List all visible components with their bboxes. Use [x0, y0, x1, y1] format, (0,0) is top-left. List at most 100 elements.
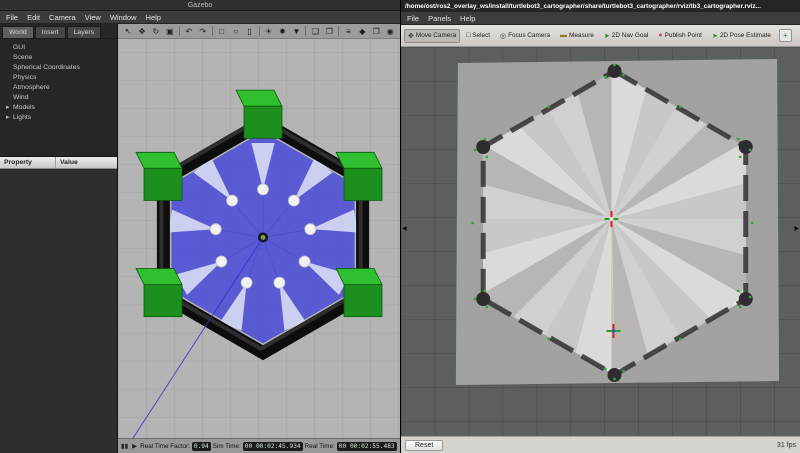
undo-icon[interactable]: ↶	[183, 25, 195, 38]
expand-icon: ▸	[6, 103, 13, 113]
tool-label: Publish Point	[665, 32, 702, 39]
world-tree: GUI Scene Spherical Coordinates Physics …	[0, 38, 117, 156]
rviz-menubar: File Panels Help	[401, 12, 800, 25]
rviz-scene	[401, 47, 800, 436]
toolbar-separator	[305, 26, 306, 36]
gazebo-time-panel: ▮▮ ▶ Real Time Factor: 0.94 Sim Time: 00…	[118, 438, 400, 453]
gazebo-menubar: File Edit Camera View Window Help	[0, 11, 400, 24]
collapse-views-panel-icon[interactable]: ▶	[794, 226, 799, 232]
tree-item-atmosphere[interactable]: Atmosphere	[6, 83, 117, 93]
tree-label: Physics	[13, 74, 36, 81]
fps-counter: 31 fps	[777, 442, 796, 449]
gazebo-left-panel: World Insert Layers GUI Scene Spherical …	[0, 24, 118, 453]
tree-item-wind[interactable]: Wind	[6, 93, 117, 103]
expand-icon: ▸	[6, 113, 13, 123]
sim-time-value: 00 00:02:45.934	[243, 442, 303, 451]
tree-label: Scene	[13, 54, 32, 61]
property-column-header: Property	[0, 157, 56, 168]
gazebo-scene	[118, 24, 400, 453]
real-time-factor-value: 0.94	[192, 442, 211, 451]
directional-light-icon[interactable]: ☀	[263, 25, 275, 38]
value-column-header: Value	[56, 157, 82, 168]
tool-label: Select	[472, 32, 490, 39]
menu-view[interactable]: View	[85, 13, 101, 22]
focus-camera-icon: ◎	[500, 32, 506, 40]
point-light-icon[interactable]: ✸	[277, 25, 289, 38]
tool-label: 2D Pose Estimate	[720, 32, 771, 39]
tool-label: Move Camera	[416, 32, 456, 39]
collapse-displays-panel-icon[interactable]: ◀	[402, 226, 407, 232]
rviz-statusbar: Reset 31 fps	[401, 436, 800, 453]
tool-label: Measure	[569, 32, 594, 39]
tree-item-spherical-coordinates[interactable]: Spherical Coordinates	[6, 63, 117, 73]
tree-label: Spherical Coordinates	[13, 64, 80, 71]
scale-icon[interactable]: ▣	[164, 25, 176, 38]
redo-icon[interactable]: ↷	[197, 25, 209, 38]
tree-label: Atmosphere	[13, 84, 50, 91]
tab-insert[interactable]: Insert	[35, 26, 66, 38]
toolbar-separator	[259, 26, 260, 36]
gazebo-titlebar: Gazebo	[0, 0, 400, 11]
copy-icon[interactable]: ❏	[309, 25, 321, 38]
tool-select[interactable]: □ Select	[462, 29, 494, 42]
desktop: Gazebo File Edit Camera View Window Help…	[0, 0, 800, 453]
gazebo-3d-viewport[interactable]: ↖ ✥ ↻ ▣ ↶ ↷ □ ○ ▯ ☀ ✸ ▼ ❏	[118, 24, 400, 453]
align-icon[interactable]: ≡	[342, 25, 354, 38]
menu-edit[interactable]: Edit	[27, 13, 40, 22]
tree-item-models[interactable]: ▸Models	[6, 103, 117, 113]
property-table-header: Property Value	[0, 156, 117, 169]
real-time-value: 00 00:02:55.483	[337, 442, 397, 451]
gazebo-window: Gazebo File Edit Camera View Window Help…	[0, 0, 400, 453]
menu-help[interactable]: Help	[146, 13, 161, 22]
change-view-icon[interactable]: ◆	[356, 25, 368, 38]
reset-button[interactable]: Reset	[405, 440, 443, 451]
publish-point-icon: ●	[658, 32, 662, 39]
tab-layers[interactable]: Layers	[67, 26, 101, 38]
tab-world[interactable]: World	[2, 26, 34, 38]
pause-button[interactable]: ▮▮	[120, 442, 129, 450]
tree-item-scene[interactable]: Scene	[6, 53, 117, 63]
tree-item-lights[interactable]: ▸Lights	[6, 113, 117, 123]
translate-icon[interactable]: ✥	[136, 25, 148, 38]
tool-label: Focus Camera	[508, 32, 550, 39]
step-button[interactable]: ▶	[131, 442, 138, 450]
tool-publish-point[interactable]: ● Publish Point	[654, 29, 706, 42]
menu-file[interactable]: File	[407, 14, 419, 23]
toolbar-separator	[338, 26, 339, 36]
tree-item-physics[interactable]: Physics	[6, 73, 117, 83]
spot-light-icon[interactable]: ▼	[290, 25, 302, 38]
tree-label: Lights	[13, 114, 31, 121]
box-icon[interactable]: □	[216, 25, 228, 38]
tool-focus-camera[interactable]: ◎ Focus Camera	[496, 29, 554, 43]
turtlebot	[258, 232, 268, 242]
record-log-icon[interactable]: ◉	[384, 25, 396, 38]
paste-icon[interactable]: ❐	[323, 25, 335, 38]
tree-label: GUI	[13, 44, 25, 51]
rviz-window: /home/ost/ros2_overlay_ws/install/turtle…	[400, 0, 800, 453]
menu-help[interactable]: Help	[460, 14, 475, 23]
rotate-icon[interactable]: ↻	[150, 25, 162, 38]
menu-window[interactable]: Window	[110, 13, 137, 22]
nav-goal-arrow-icon: ➤	[604, 32, 610, 40]
pose-estimate-arrow-icon: ➤	[712, 32, 718, 40]
toolbar-separator	[212, 26, 213, 36]
tool-2d-pose-estimate[interactable]: ➤ 2D Pose Estimate	[708, 29, 775, 43]
tree-label: Models	[13, 104, 35, 111]
gazebo-viewport-toolbar: ↖ ✥ ↻ ▣ ↶ ↷ □ ○ ▯ ☀ ✸ ▼ ❏	[118, 24, 400, 39]
screenshot-icon[interactable]: ❒	[370, 25, 382, 38]
rviz-titlebar: /home/ost/ros2_overlay_ws/install/turtle…	[401, 0, 800, 12]
toolbar-separator	[179, 26, 180, 36]
menu-panels[interactable]: Panels	[428, 14, 451, 23]
menu-file[interactable]: File	[6, 13, 18, 22]
tool-move-camera[interactable]: ✥ Move Camera	[404, 29, 460, 43]
select-icon[interactable]: ↖	[122, 25, 134, 38]
gazebo-title: Gazebo	[188, 2, 213, 9]
add-tool-button[interactable]: +	[779, 29, 792, 42]
rviz-3d-view[interactable]: ◀ ▶	[401, 47, 800, 436]
sphere-icon[interactable]: ○	[230, 25, 242, 38]
tool-2d-nav-goal[interactable]: ➤ 2D Nav Goal	[600, 29, 652, 43]
menu-camera[interactable]: Camera	[49, 13, 76, 22]
tool-measure[interactable]: ▬ Measure	[556, 29, 598, 42]
cylinder-icon[interactable]: ▯	[244, 25, 256, 38]
tree-item-gui[interactable]: GUI	[6, 43, 117, 53]
